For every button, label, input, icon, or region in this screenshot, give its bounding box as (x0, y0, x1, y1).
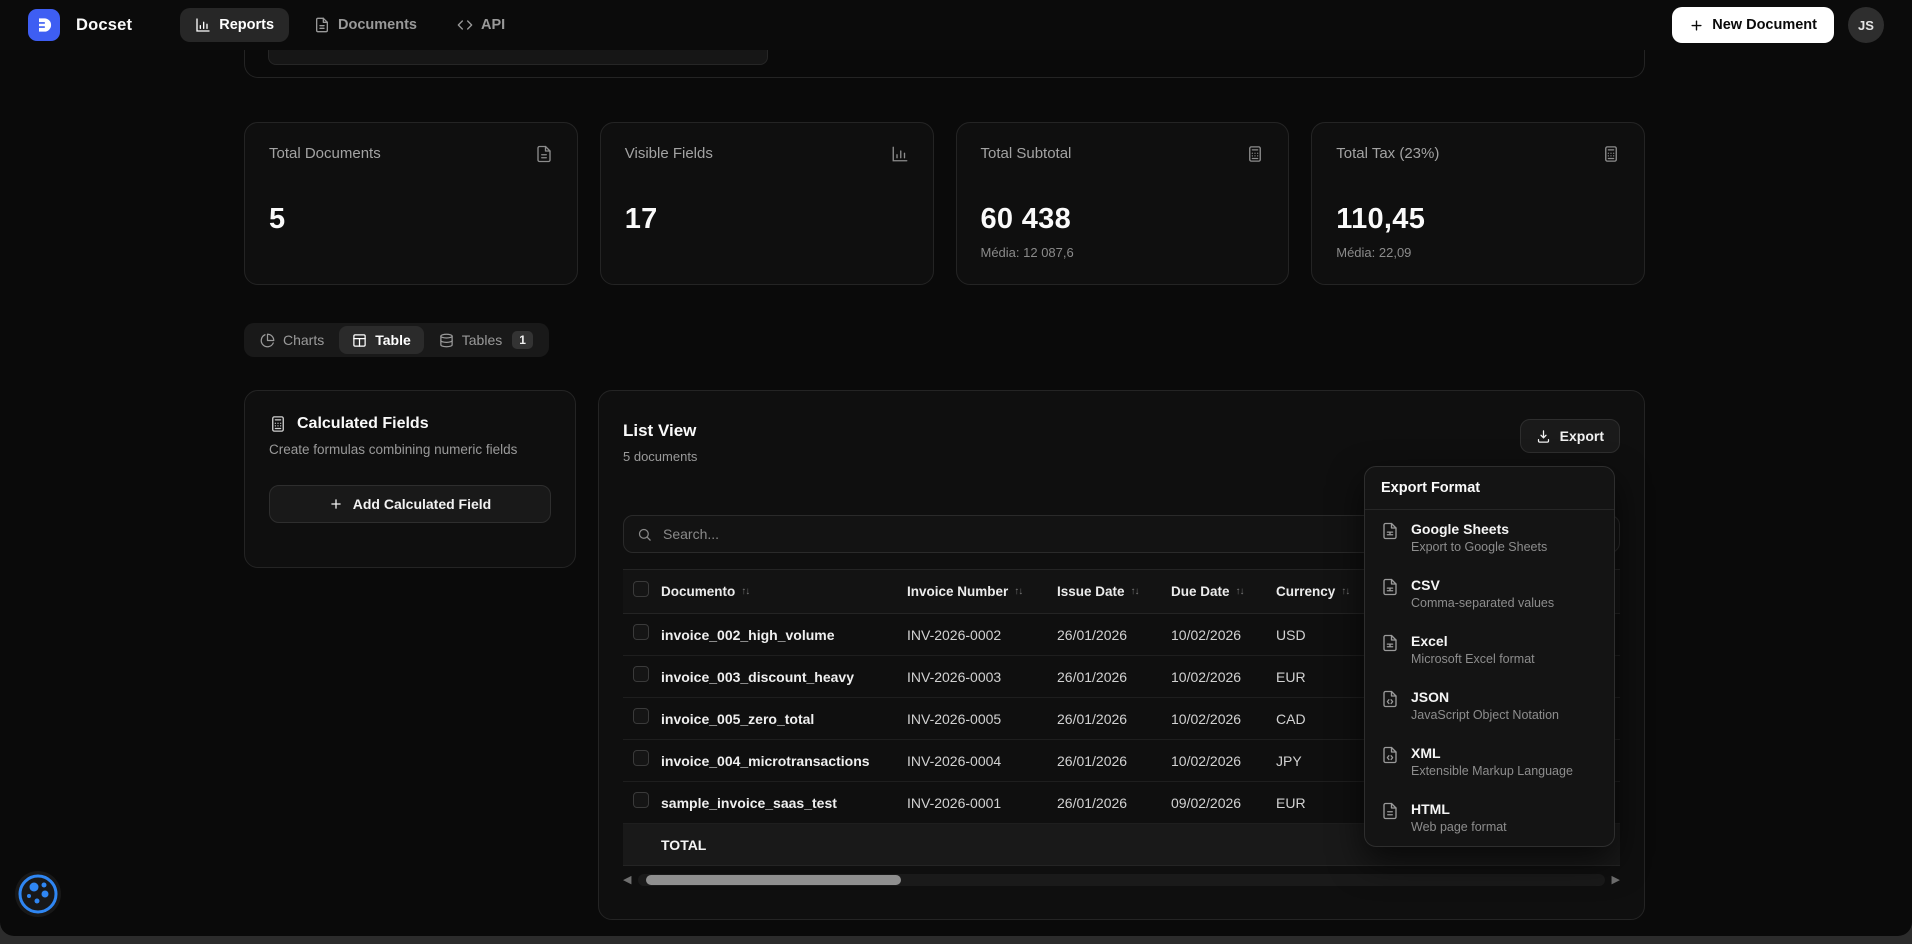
row-checkbox[interactable] (633, 666, 649, 682)
document-icon (535, 145, 553, 163)
bar-chart-icon (195, 17, 211, 33)
main-nav: Reports Documents API (180, 8, 520, 42)
select-all-checkbox[interactable] (633, 581, 649, 597)
scrollbar-track[interactable] (638, 874, 1604, 886)
stat-sub: Média: 12 087,6 (981, 245, 1265, 260)
stat-card-total-documents: Total Documents 5 (244, 122, 578, 285)
file-spreadsheet-icon (1381, 634, 1399, 652)
nav-tab-api[interactable]: API (442, 8, 520, 42)
database-icon (439, 333, 454, 348)
export-option-xml[interactable]: XMLExtensible Markup Language (1365, 734, 1614, 790)
stat-sub (625, 245, 909, 258)
docset-logo-icon[interactable] (28, 9, 60, 41)
file-text-icon (1381, 802, 1399, 820)
cookie-widget-button[interactable] (15, 871, 61, 917)
row-checkbox[interactable] (633, 624, 649, 640)
file-spreadsheet-icon (1381, 578, 1399, 596)
table-icon (352, 333, 367, 348)
export-option-google-sheets[interactable]: Google SheetsExport to Google Sheets (1365, 510, 1614, 566)
top-nav: Docset Reports Documents API New Documen… (0, 0, 1912, 50)
stat-card-total-tax: Total Tax (23%) 110,45 Média: 22,09 (1311, 122, 1645, 285)
stat-value: 5 (269, 203, 553, 236)
stat-label: Total Tax (23%) (1336, 145, 1439, 162)
stat-sub (269, 245, 553, 258)
nav-tab-documents[interactable]: Documents (299, 8, 432, 42)
plus-icon (1689, 18, 1704, 33)
add-calculated-field-button[interactable]: Add Calculated Field (269, 485, 551, 523)
scrollbar-thumb[interactable] (646, 875, 901, 885)
export-option-excel[interactable]: ExcelMicrosoft Excel format (1365, 622, 1614, 678)
code-icon (457, 17, 473, 33)
download-icon (1536, 429, 1551, 444)
stat-value: 60 438 (981, 203, 1265, 236)
sort-icon: ↑↓ (1236, 586, 1244, 597)
scroll-right-icon[interactable]: ▶ (1612, 873, 1620, 887)
export-menu-title: Export Format (1365, 467, 1614, 510)
calculator-icon (1246, 145, 1264, 163)
stat-card-total-subtotal: Total Subtotal 60 438 Média: 12 087,6 (956, 122, 1290, 285)
stat-card-visible-fields: Visible Fields 17 (600, 122, 934, 285)
export-button[interactable]: Export (1520, 419, 1620, 453)
search-icon (637, 527, 652, 542)
nav-tab-reports[interactable]: Reports (180, 8, 289, 42)
sort-icon: ↑↓ (1014, 586, 1022, 597)
stat-label: Total Subtotal (981, 145, 1072, 162)
file-spreadsheet-icon (1381, 522, 1399, 540)
export-option-json[interactable]: JSONJavaScript Object Notation (1365, 678, 1614, 734)
row-checkbox[interactable] (633, 792, 649, 808)
total-label: TOTAL (661, 837, 907, 853)
column-header-invoice-number[interactable]: Invoice Number↑↓ (907, 584, 1057, 599)
calculated-fields-panel: Calculated Fields Create formulas combin… (244, 390, 576, 568)
new-document-button[interactable]: New Document (1672, 7, 1834, 43)
brand-name: Docset (76, 16, 132, 35)
document-icon (314, 17, 330, 33)
scroll-left-icon[interactable]: ◀ (623, 873, 631, 887)
calculated-fields-description: Create formulas combining numeric fields (269, 442, 551, 457)
view-tab-tables[interactable]: Tables 1 (426, 326, 546, 354)
calculator-icon (1602, 145, 1620, 163)
column-header-due-date[interactable]: Due Date↑↓ (1171, 584, 1276, 599)
export-format-menu: Export Format Google SheetsExport to Goo… (1364, 466, 1615, 847)
pie-chart-icon (260, 333, 275, 348)
stat-label: Visible Fields (625, 145, 713, 162)
column-header-documento[interactable]: Documento↑↓ (661, 584, 907, 599)
stats-row: Total Documents 5 Visible Fields 17 Tota… (244, 122, 1645, 285)
horizontal-scrollbar: ◀ ▶ (623, 873, 1620, 887)
document-count: 5 documents (623, 449, 697, 464)
file-code-icon (1381, 746, 1399, 764)
column-header-issue-date[interactable]: Issue Date↑↓ (1057, 584, 1171, 599)
sort-icon: ↑↓ (1131, 586, 1139, 597)
app-window: Docset Reports Documents API New Documen… (0, 0, 1912, 936)
export-option-html[interactable]: HTMLWeb page format (1365, 790, 1614, 846)
bar-chart-icon (891, 145, 909, 163)
file-code-icon (1381, 690, 1399, 708)
stat-label: Total Documents (269, 145, 381, 162)
row-checkbox[interactable] (633, 708, 649, 724)
calculated-fields-title: Calculated Fields (297, 415, 429, 433)
clipped-card-inner-bar (268, 50, 768, 65)
row-checkbox[interactable] (633, 750, 649, 766)
stat-value: 110,45 (1336, 203, 1620, 236)
plus-icon (329, 497, 343, 511)
export-option-csv[interactable]: CSVComma-separated values (1365, 566, 1614, 622)
view-tab-table[interactable]: Table (339, 326, 424, 354)
list-view-title: List View (623, 421, 697, 441)
calculator-icon (269, 415, 287, 433)
stat-sub: Média: 22,09 (1336, 245, 1620, 260)
sort-icon: ↑↓ (741, 586, 749, 597)
view-switcher: Charts Table Tables 1 (244, 323, 549, 357)
sort-icon: ↑↓ (1341, 586, 1349, 597)
tables-count-badge: 1 (512, 331, 533, 349)
stat-value: 17 (625, 203, 909, 236)
user-avatar[interactable]: JS (1848, 7, 1884, 43)
view-tab-charts[interactable]: Charts (247, 326, 337, 354)
cookie-icon (15, 871, 61, 917)
